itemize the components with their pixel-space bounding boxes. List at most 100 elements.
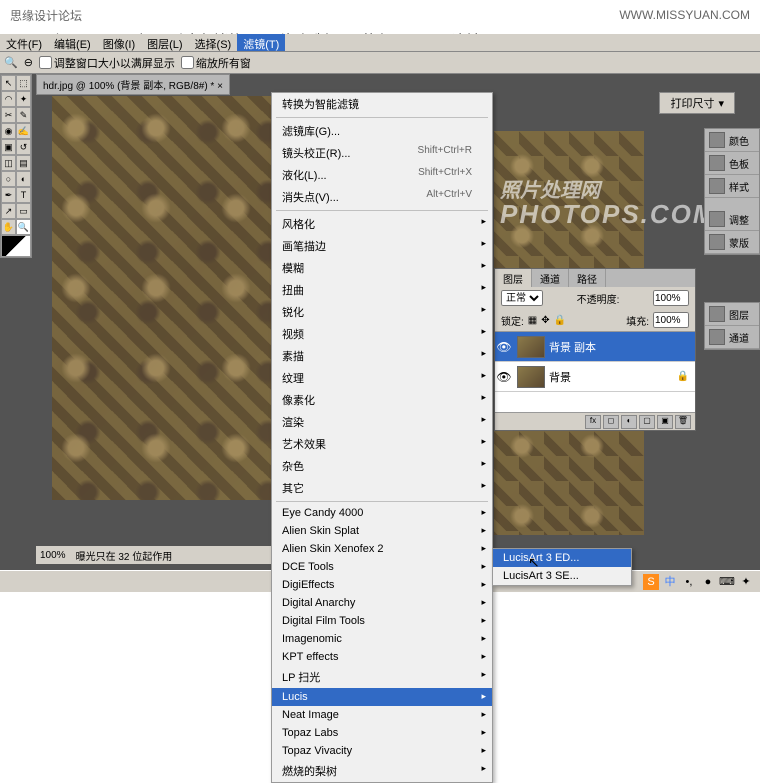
group-button[interactable]: ▢ <box>639 415 655 429</box>
filter-topaz-vivacity[interactable]: Topaz Vivacity <box>272 742 492 760</box>
filter-sketch[interactable]: 素描 <box>272 345 492 367</box>
filter-other[interactable]: 其它 <box>272 477 492 499</box>
visibility-icon[interactable]: 👁 <box>495 340 513 354</box>
tool-shape[interactable]: ▭ <box>16 203 31 219</box>
tool-marquee[interactable]: ⬚ <box>16 75 31 91</box>
filter-lens[interactable]: 镜头校正(R)...Shift+Ctrl+R <box>272 142 492 164</box>
filter-digieffects[interactable]: DigiEffects <box>272 576 492 594</box>
tool-fgbg[interactable] <box>1 235 31 257</box>
filter-topaz-labs[interactable]: Topaz Labs <box>272 724 492 742</box>
filter-texture[interactable]: 纹理 <box>272 367 492 389</box>
lock-pixels-icon[interactable]: ▦ <box>528 315 537 326</box>
tool-gradient[interactable]: ▤ <box>16 155 31 171</box>
delete-button[interactable]: 🗑 <box>675 415 691 429</box>
panel-styles[interactable]: 样式 <box>705 175 759 198</box>
menu-select[interactable]: 选择(S) <box>189 34 238 51</box>
tray-icon-full[interactable]: ● <box>700 574 716 590</box>
mask-button[interactable]: ◻ <box>603 415 619 429</box>
fx-button[interactable]: fx <box>585 415 601 429</box>
tool-text[interactable]: T <box>16 187 31 203</box>
print-size-button[interactable]: 打印尺寸▾ <box>659 92 735 114</box>
filter-digital-film[interactable]: Digital Film Tools <box>272 612 492 630</box>
tool-heal[interactable]: ◉ <box>1 123 16 139</box>
filter-liquify[interactable]: 液化(L)...Shift+Ctrl+X <box>272 164 492 186</box>
tool-eyedrop[interactable]: ✎ <box>16 107 31 123</box>
tool-stamp[interactable]: ▣ <box>1 139 16 155</box>
tool-brush[interactable]: ✍ <box>16 123 31 139</box>
zoom-minus-icon[interactable]: ⊖ <box>24 56 33 69</box>
tray-icon-settings[interactable]: ✦ <box>738 574 754 590</box>
tool-hand[interactable]: ✋ <box>1 219 16 235</box>
filter-render[interactable]: 渲染 <box>272 411 492 433</box>
filter-vanish[interactable]: 消失点(V)...Alt+Ctrl+V <box>272 186 492 208</box>
tab-layers[interactable]: 图层 <box>495 269 532 287</box>
filter-distort[interactable]: 扭曲 <box>272 279 492 301</box>
lucisart-se[interactable]: LucisArt 3 SE... <box>493 567 631 585</box>
layer-name[interactable]: 背景 副本 <box>549 339 596 355</box>
filter-burning-pear[interactable]: 燃烧的梨树 <box>272 760 492 782</box>
filter-imagenomic[interactable]: Imagenomic <box>272 630 492 648</box>
panel-adjustments[interactable]: 调整 <box>705 208 759 231</box>
filter-kpt[interactable]: KPT effects <box>272 648 492 666</box>
opacity-input[interactable] <box>653 290 689 306</box>
visibility-icon[interactable]: 👁 <box>495 370 513 384</box>
zoom-all-checkbox[interactable]: 缩放所有窗 <box>181 55 251 71</box>
tray-icon-s[interactable]: S <box>643 574 659 590</box>
menu-edit[interactable]: 编辑(E) <box>48 34 97 51</box>
tool-lasso[interactable]: ◠ <box>1 91 16 107</box>
lock-position-icon[interactable]: ✥ <box>541 315 549 326</box>
filter-eyecandy[interactable]: Eye Candy 4000 <box>272 504 492 522</box>
tool-crop[interactable]: ✂ <box>1 107 16 123</box>
layer-row[interactable]: 👁 背景 副本 <box>495 332 695 362</box>
panel-masks[interactable]: 蒙版 <box>705 231 759 254</box>
filter-digital-anarchy[interactable]: Digital Anarchy <box>272 594 492 612</box>
filter-smart[interactable]: 转换为智能滤镜 <box>272 93 492 115</box>
new-layer-button[interactable]: ▣ <box>657 415 673 429</box>
tool-zoom[interactable]: 🔍 <box>16 219 31 235</box>
tab-paths[interactable]: 路径 <box>569 269 606 287</box>
tool-dodge[interactable]: ◐ <box>16 171 31 187</box>
filter-alienskin-xenofex[interactable]: Alien Skin Xenofex 2 <box>272 540 492 558</box>
filter-pixelate[interactable]: 像素化 <box>272 389 492 411</box>
filter-alienskin-splat[interactable]: Alien Skin Splat <box>272 522 492 540</box>
filter-brushstrokes[interactable]: 画笔描边 <box>272 235 492 257</box>
tray-icon-kb[interactable]: ⌨ <box>719 574 735 590</box>
adjustment-button[interactable]: ◐ <box>621 415 637 429</box>
tool-move[interactable]: ↖ <box>1 75 16 91</box>
canvas-image[interactable] <box>52 96 290 500</box>
tool-pen[interactable]: ✒ <box>1 187 16 203</box>
fill-input[interactable] <box>653 312 689 328</box>
filter-video[interactable]: 视频 <box>272 323 492 345</box>
panel-layers-dock[interactable]: 图层 <box>705 303 759 326</box>
lucisart-ed[interactable]: LucisArt 3 ED... <box>493 549 631 567</box>
filter-artistic[interactable]: 艺术效果 <box>272 433 492 455</box>
layer-name[interactable]: 背景 <box>549 369 571 385</box>
filter-gallery[interactable]: 滤镜库(G)... <box>272 120 492 142</box>
tool-wand[interactable]: ✦ <box>16 91 31 107</box>
tool-eraser[interactable]: ◫ <box>1 155 16 171</box>
filter-lp[interactable]: LP 扫光 <box>272 666 492 688</box>
menu-image[interactable]: 图像(I) <box>97 34 141 51</box>
tab-channels[interactable]: 通道 <box>532 269 569 287</box>
tool-path[interactable]: ↗ <box>1 203 16 219</box>
filter-dce[interactable]: DCE Tools <box>272 558 492 576</box>
tray-icon-ime[interactable]: 中 <box>662 574 678 590</box>
menu-filter[interactable]: 滤镜(T) <box>237 34 285 51</box>
resize-window-checkbox[interactable]: 调整窗口大小以满屏显示 <box>39 55 175 71</box>
layer-row[interactable]: 👁 背景 🔒 <box>495 362 695 392</box>
tool-blur[interactable]: ○ <box>1 171 16 187</box>
filter-stylize[interactable]: 风格化 <box>272 213 492 235</box>
panel-channels-dock[interactable]: 通道 <box>705 326 759 349</box>
panel-color[interactable]: 颜色 <box>705 129 759 152</box>
filter-lucis[interactable]: Lucis <box>272 688 492 706</box>
lock-all-icon[interactable]: 🔒 <box>554 315 566 326</box>
tray-icon-punct[interactable]: •, <box>681 574 697 590</box>
tool-history[interactable]: ↺ <box>16 139 31 155</box>
filter-neat[interactable]: Neat Image <box>272 706 492 724</box>
menu-file[interactable]: 文件(F) <box>0 34 48 51</box>
filter-blur[interactable]: 模糊 <box>272 257 492 279</box>
document-tab[interactable]: hdr.jpg @ 100% (背景 副本, RGB/8#) * × <box>36 74 230 95</box>
filter-noise[interactable]: 杂色 <box>272 455 492 477</box>
menu-layer[interactable]: 图层(L) <box>141 34 188 51</box>
filter-sharpen[interactable]: 锐化 <box>272 301 492 323</box>
